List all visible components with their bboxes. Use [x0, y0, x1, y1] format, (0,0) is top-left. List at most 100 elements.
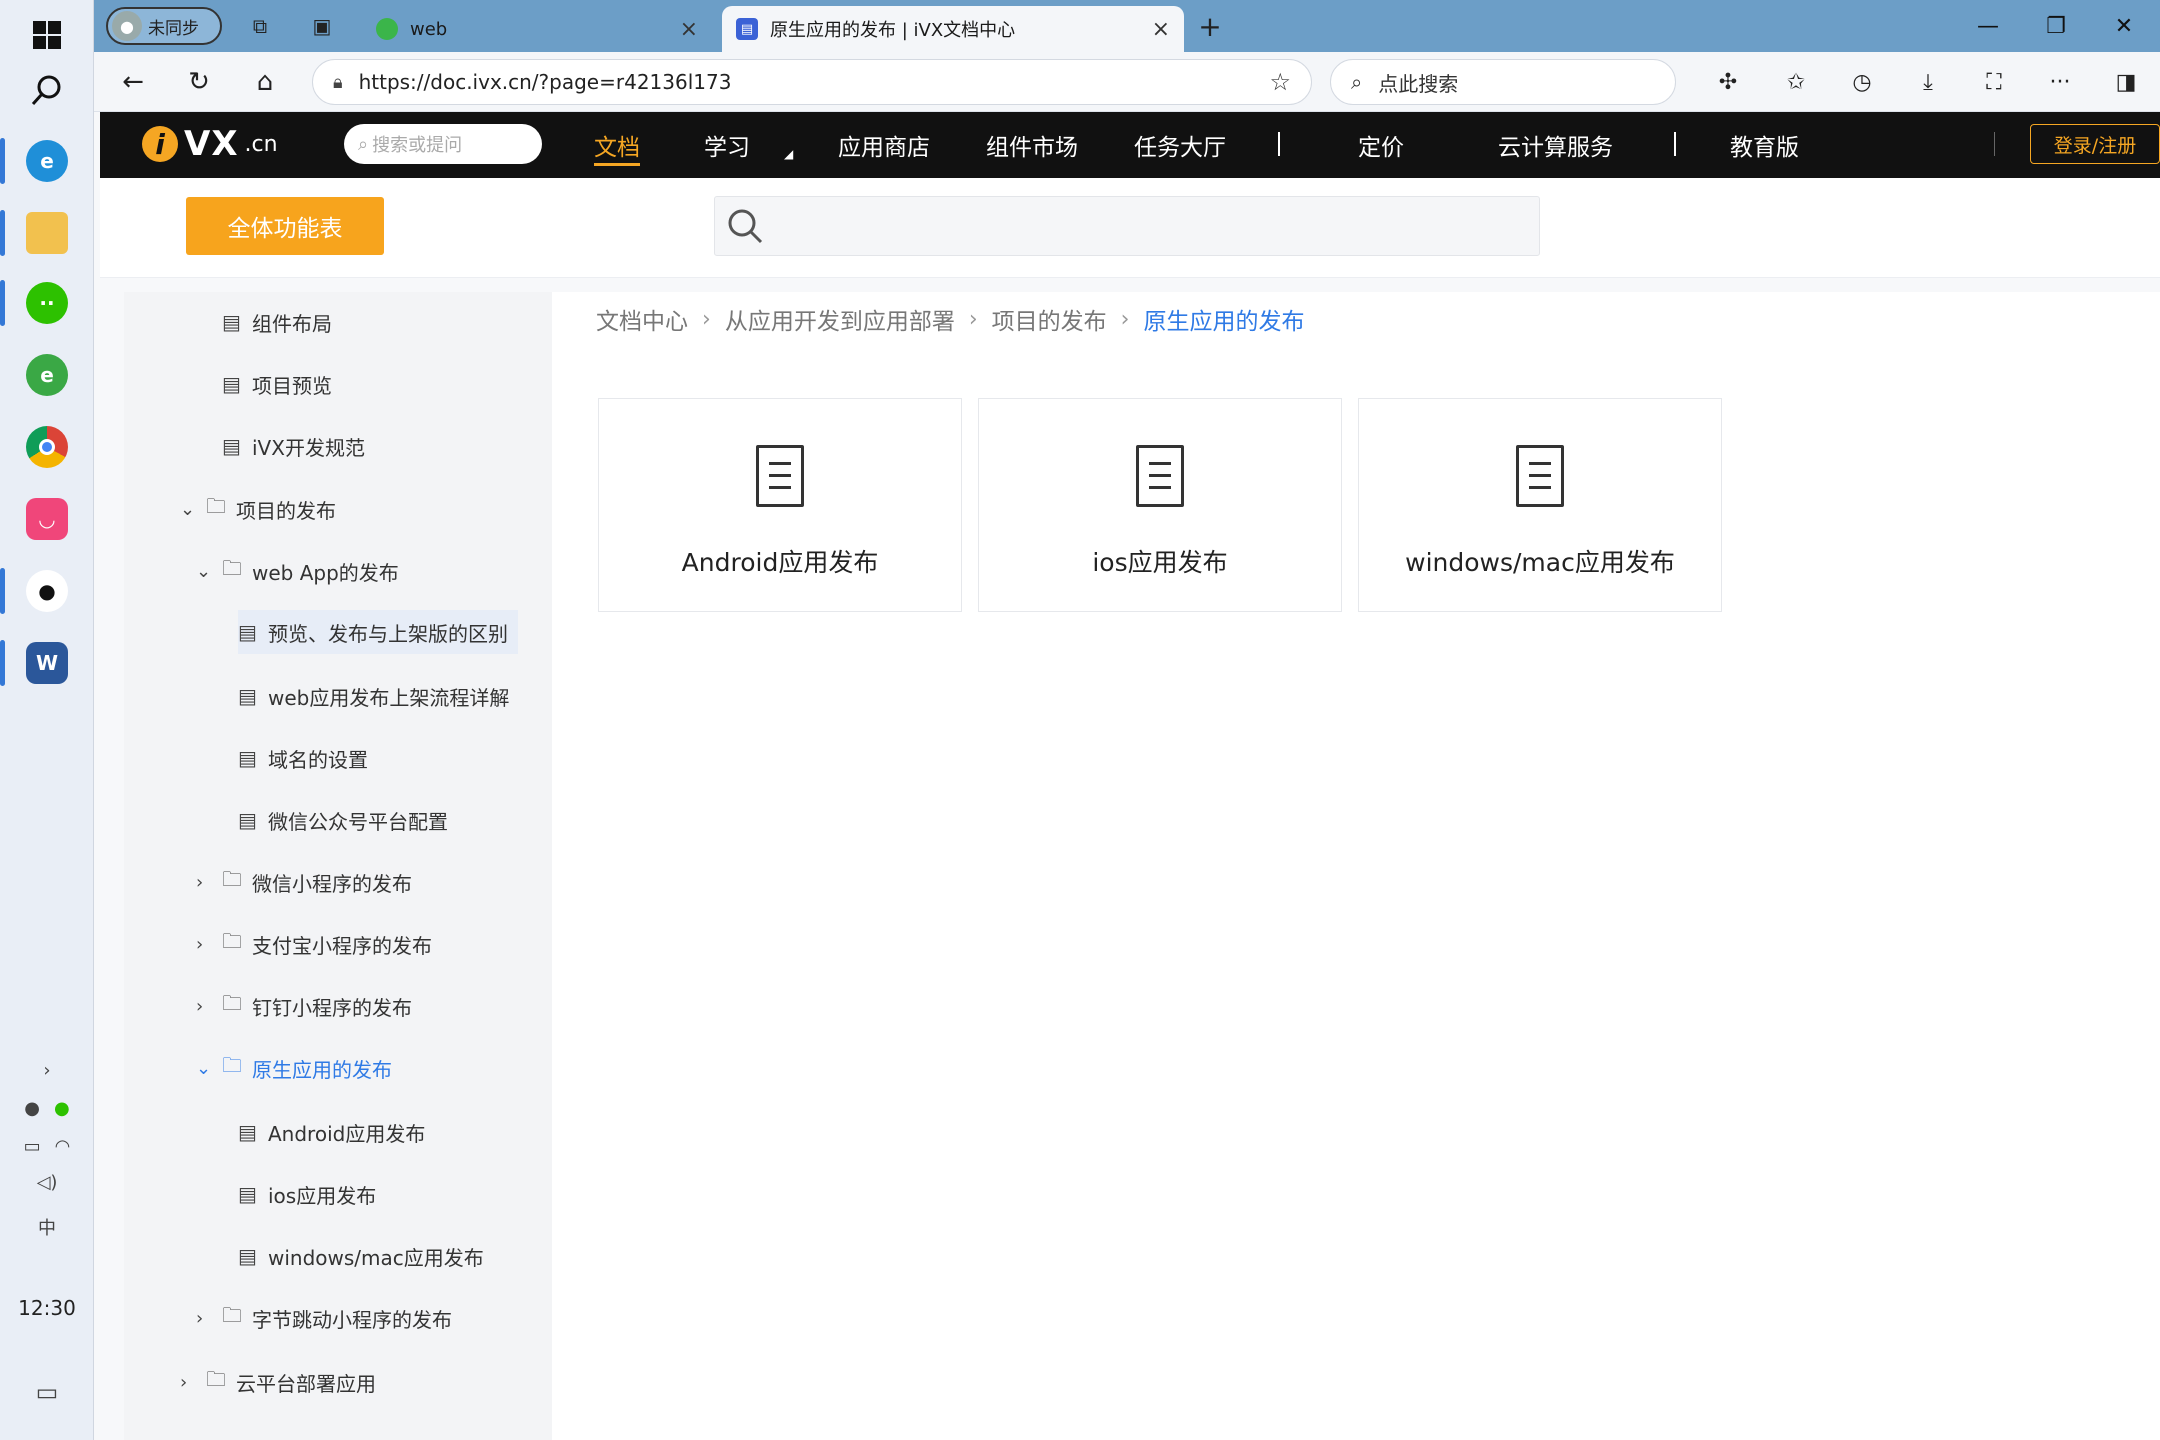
- browser-search-box[interactable]: ⌕ 点此搜索: [1330, 59, 1676, 105]
- tab-web[interactable]: web ×: [362, 6, 712, 52]
- downloads-button[interactable]: ⤓: [1908, 64, 1948, 100]
- doc-card-android[interactable]: Android应用发布: [598, 398, 962, 612]
- breadcrumb-item[interactable]: 文档中心: [596, 302, 688, 336]
- tree-item-folder[interactable]: › 🗀︎ 钉钉小程序的发布: [196, 984, 412, 1028]
- arrow-left-icon: ←: [122, 67, 144, 97]
- taskbar-qq[interactable]: ●: [0, 556, 94, 626]
- tree-item-label: Android应用发布: [268, 1121, 426, 1146]
- tree-item-label: 域名的设置: [268, 747, 368, 772]
- nav-component-market[interactable]: 组件市场: [986, 112, 1078, 178]
- volume-button[interactable]: ◁): [0, 1172, 94, 1193]
- wifi-icon[interactable]: ◠: [55, 1136, 71, 1157]
- nav-cloud[interactable]: 云计算服务: [1498, 112, 1613, 178]
- chevron-down-icon: ⌄: [180, 498, 196, 520]
- more-dots-icon: ···: [2049, 69, 2071, 95]
- refresh-icon: ↻: [188, 67, 210, 97]
- sidebar-toggle-button[interactable]: ◨: [2106, 64, 2146, 100]
- tree-item-folder[interactable]: › 🗀︎ 支付宝小程序的发布: [196, 922, 432, 966]
- tree-item-doc[interactable]: ▤ 组件布局: [222, 300, 332, 344]
- chevron-right-icon: ›: [702, 306, 711, 332]
- tree-item-folder-active[interactable]: ⌄ 🗀︎ 原生应用的发布: [196, 1046, 392, 1090]
- history-icon: ◷: [1852, 69, 1872, 95]
- document-icon: ▤: [222, 310, 241, 334]
- more-button[interactable]: ···: [2040, 64, 2080, 100]
- chevron-down-icon: ⌄: [196, 560, 212, 582]
- doc-card-windows-mac[interactable]: windows/mac应用发布: [1358, 398, 1722, 612]
- doc-subheader: 全体功能表: [100, 178, 2160, 278]
- screenshot-button[interactable]: ⛶: [1974, 64, 2014, 100]
- wechat-tray-icon[interactable]: ●: [54, 1098, 70, 1119]
- ivx-logo[interactable]: i VX .cn: [142, 124, 278, 164]
- tree-item-doc[interactable]: ▤ web应用发布上架流程详解: [238, 674, 509, 718]
- doc-content: 文档中心 › 从应用开发到应用部署 › 项目的发布 › 原生应用的发布 Andr…: [552, 292, 2160, 1440]
- home-button[interactable]: ⌂: [244, 62, 286, 102]
- nav-learn[interactable]: 学习 ◢: [704, 112, 793, 178]
- chevron-right-icon: ›: [968, 306, 978, 332]
- lock-icon[interactable]: 🔒︎: [333, 72, 343, 93]
- favorite-star-icon[interactable]: ☆: [1269, 68, 1291, 96]
- history-button[interactable]: ◷: [1842, 64, 1882, 100]
- taskbar-chrome[interactable]: [0, 412, 94, 482]
- tab-ivx-docs[interactable]: ▤ 原生应用的发布 | iVX文档中心 ×: [722, 6, 1184, 52]
- ime-indicator[interactable]: 中: [0, 1214, 94, 1240]
- tree-item-doc[interactable]: ▤ windows/mac应用发布: [238, 1234, 484, 1278]
- nav-app-store[interactable]: 应用商店: [838, 112, 930, 178]
- tree-item-folder[interactable]: › 🗀︎ 微信小程序的发布: [196, 860, 412, 904]
- nav-docs[interactable]: 文档: [594, 112, 640, 178]
- site-search-input[interactable]: ⌕ 搜索或提问: [344, 124, 542, 164]
- extensions-button[interactable]: ✣: [1708, 64, 1748, 100]
- login-register-button[interactable]: 登录/注册: [2030, 124, 2160, 164]
- tree-item-doc[interactable]: ▤ 项目预览: [222, 362, 332, 406]
- tree-item-folder[interactable]: › 🗀︎ 云平台部署应用: [180, 1360, 376, 1404]
- taskbar-app-pink[interactable]: ◡: [0, 484, 94, 554]
- home-icon: ⌂: [256, 67, 274, 97]
- battery-icon[interactable]: ▭: [24, 1136, 41, 1157]
- tab-close-icon[interactable]: ×: [1152, 17, 1170, 42]
- tab-close-icon[interactable]: ×: [680, 17, 698, 42]
- logo-i-icon: i: [142, 126, 178, 162]
- taskbar-word[interactable]: W: [0, 628, 94, 698]
- breadcrumb-item[interactable]: 项目的发布: [992, 302, 1107, 336]
- close-icon: ✕: [2114, 13, 2134, 39]
- taskbar-ie[interactable]: e: [0, 340, 94, 410]
- address-bar[interactable]: 🔒︎ https://doc.ivx.cn/?page=r42136l173 ☆: [312, 59, 1312, 105]
- doc-tree-sidebar: ▤ 组件布局 ▤ 项目预览 ▤ iVX开发规范 ⌄ 🗀︎ 项目的发布 ⌄ 🗀︎ web App…: [124, 292, 552, 1440]
- nav-education[interactable]: 教育版: [1730, 112, 1799, 178]
- minimize-button[interactable]: —: [1958, 6, 2018, 46]
- address-text[interactable]: https://doc.ivx.cn/?page=r42136l173: [359, 70, 1270, 94]
- breadcrumb-item[interactable]: 从应用开发到应用部署: [725, 302, 955, 336]
- close-window-button[interactable]: ✕: [2094, 6, 2154, 46]
- doc-card-ios[interactable]: ios应用发布: [978, 398, 1342, 612]
- profile-button[interactable]: ● 未同步: [106, 7, 222, 45]
- notification-button[interactable]: ▭: [0, 1378, 94, 1406]
- chevron-right-icon: ›: [196, 1307, 204, 1329]
- all-features-button[interactable]: 全体功能表: [186, 197, 384, 255]
- tree-item-doc[interactable]: ▤ ios应用发布: [238, 1172, 376, 1216]
- tree-item-folder[interactable]: › 🗀︎ 字节跳动小程序的发布: [196, 1296, 452, 1340]
- search-button[interactable]: [0, 55, 94, 125]
- workspaces-icon[interactable]: ⧉: [244, 10, 276, 42]
- restore-button[interactable]: ❐: [2026, 6, 2086, 46]
- tray-overflow-button[interactable]: ›: [0, 1060, 94, 1081]
- favorites-button[interactable]: ✩: [1776, 64, 1816, 100]
- tab-actions-icon[interactable]: ▣: [306, 10, 338, 42]
- taskbar-wechat[interactable]: ··: [0, 268, 94, 338]
- doc-search-input[interactable]: [714, 196, 1540, 256]
- tree-item-folder[interactable]: ⌄ 🗀︎ web App的发布: [196, 549, 399, 593]
- nav-pricing[interactable]: 定价: [1358, 112, 1404, 178]
- search-icon: ⌕: [1351, 70, 1363, 94]
- tree-item-folder[interactable]: ⌄ 🗀︎ 项目的发布: [180, 487, 336, 531]
- tree-item-doc[interactable]: ▤ 域名的设置: [238, 736, 368, 780]
- tree-item-doc[interactable]: ▤ Android应用发布: [238, 1110, 425, 1154]
- clock[interactable]: 12:30: [0, 1296, 94, 1320]
- qq-tray-icon[interactable]: ●: [24, 1098, 40, 1119]
- back-button[interactable]: ←: [112, 62, 154, 102]
- new-tab-button[interactable]: +: [1194, 10, 1226, 43]
- tree-item-doc[interactable]: ▤ 微信公众号平台配置: [238, 798, 448, 842]
- tree-item-doc-selected[interactable]: ▤ 预览、发布与上架版的区别: [238, 610, 518, 654]
- taskbar-file-explorer[interactable]: [0, 198, 94, 268]
- tree-item-doc[interactable]: ▤ iVX开发规范: [222, 424, 365, 468]
- taskbar-edge[interactable]: e: [0, 126, 94, 196]
- refresh-button[interactable]: ↻: [178, 62, 220, 102]
- nav-task-hall[interactable]: 任务大厅: [1134, 112, 1226, 178]
